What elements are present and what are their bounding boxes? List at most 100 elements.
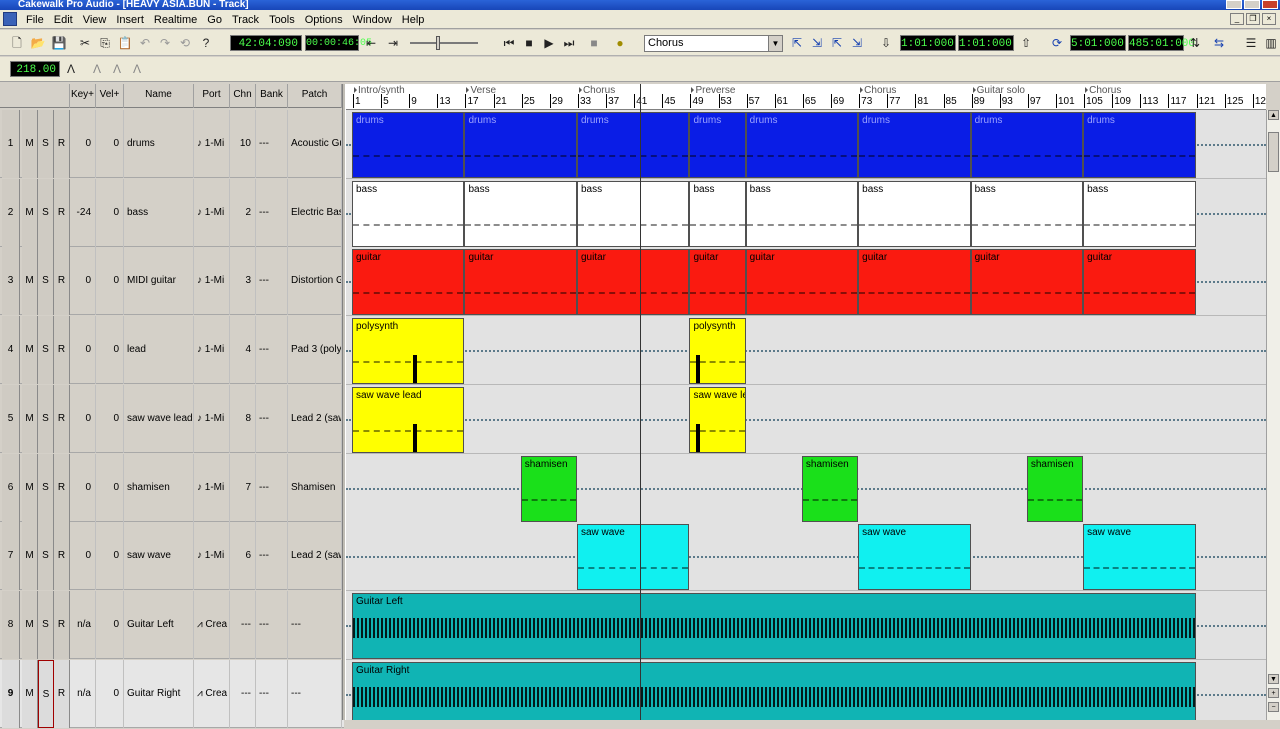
tempo-half-icon[interactable]: Λ: [88, 60, 106, 78]
clip[interactable]: drums: [689, 112, 746, 178]
clip[interactable]: shamisen: [801, 455, 859, 522]
track-lane[interactable]: shamisen shamisen shamisen: [346, 453, 1266, 523]
paste-icon[interactable]: 📋: [116, 34, 134, 52]
save-icon[interactable]: 💾: [50, 34, 68, 52]
redo-icon[interactable]: ↷: [156, 34, 174, 52]
record-icon[interactable]: ■: [585, 34, 603, 52]
clip[interactable]: bass: [352, 180, 465, 247]
clip[interactable]: saw wave: [576, 524, 690, 591]
column-header-patch[interactable]: Patch: [288, 84, 342, 108]
track-patch[interactable]: ---: [288, 590, 342, 659]
clip[interactable]: bass: [970, 180, 1084, 247]
track-row[interactable]: 1 M S R 0 0 drums ♪ 1-Mi 10 --- Acoustic Gu: [0, 110, 344, 178]
copy-icon[interactable]: ⎘: [96, 34, 114, 52]
track-name[interactable]: shamisen: [124, 453, 194, 522]
marker-next-icon[interactable]: ⇲: [808, 34, 826, 52]
track-view-icon[interactable]: ☰: [1242, 34, 1260, 52]
maximize-button[interactable]: [1244, 0, 1260, 9]
record-arm-button[interactable]: R: [54, 522, 70, 591]
track-lane[interactable]: saw wave saw wave saw wave: [346, 522, 1266, 592]
track-key[interactable]: -24: [70, 178, 96, 247]
menu-help[interactable]: Help: [397, 14, 430, 26]
rewind-marker-icon[interactable]: ⇤: [362, 34, 380, 52]
track-key[interactable]: n/a: [70, 659, 96, 728]
track-row[interactable]: 8 M S Rn/a 0 Guitar Left ⩘ Crea --- --- ---: [0, 590, 344, 659]
clip[interactable]: guitar: [858, 249, 971, 316]
section-marker[interactable]: Verse: [466, 85, 496, 96]
solo-button[interactable]: S: [38, 178, 54, 247]
track-vel[interactable]: 0: [96, 384, 124, 453]
stop-icon[interactable]: ■: [520, 34, 538, 52]
track-row[interactable]: 4 M S R 0 0 lead ♪ 1-Mi 4 --- Pad 3 (poly: [0, 316, 344, 385]
mute-button[interactable]: M: [22, 590, 38, 659]
track-port[interactable]: ⩘ Crea: [194, 659, 230, 728]
clip[interactable]: polysynth: [689, 318, 746, 385]
slider-knob[interactable]: [436, 36, 440, 50]
from-marker-icon[interactable]: ⇩: [877, 34, 895, 52]
section-marker[interactable]: Preverse: [691, 85, 735, 96]
track-patch[interactable]: Shamisen: [288, 453, 342, 522]
track-bank[interactable]: ---: [256, 247, 288, 316]
track-key[interactable]: 0: [70, 247, 96, 316]
track-port[interactable]: ♪ 1-Mi: [194, 384, 230, 453]
record-arm-button[interactable]: R: [54, 384, 70, 453]
loop-toggle-icon[interactable]: ⇆: [1210, 34, 1228, 52]
tempo-display[interactable]: 218.00: [10, 61, 60, 77]
clip[interactable]: guitar: [352, 249, 465, 316]
track-bank[interactable]: ---: [256, 590, 288, 659]
column-header-chn[interactable]: Chn: [230, 84, 256, 108]
track-patch[interactable]: ---: [288, 659, 342, 728]
track-chn[interactable]: 2: [230, 178, 256, 247]
track-number[interactable]: 4: [2, 316, 20, 385]
loop-set-icon[interactable]: ⇅: [1186, 34, 1204, 52]
column-header-bank[interactable]: Bank: [256, 84, 288, 108]
track-patch[interactable]: Pad 3 (poly: [288, 316, 342, 385]
track-bank[interactable]: ---: [256, 522, 288, 591]
solo-button[interactable]: S: [38, 590, 54, 659]
track-chn[interactable]: ---: [230, 659, 256, 728]
track-vel[interactable]: 0: [96, 178, 124, 247]
track-lane[interactable]: saw wave lead saw wave le: [346, 384, 1266, 454]
timeline-ruler[interactable]: Intro/synth Verse Chorus Preverse Chorus Guit…: [346, 84, 1266, 110]
menu-file[interactable]: File: [21, 14, 49, 26]
clip[interactable]: guitar: [464, 249, 577, 316]
mute-button[interactable]: M: [22, 384, 38, 453]
track-name[interactable]: drums: [124, 110, 194, 178]
track-patch[interactable]: Electric Bas: [288, 178, 342, 247]
track-name[interactable]: MIDI guitar: [124, 247, 194, 316]
clip[interactable]: bass: [1083, 180, 1196, 247]
clip[interactable]: drums: [745, 112, 859, 178]
mute-button[interactable]: M: [22, 453, 38, 522]
track-name[interactable]: Guitar Right: [124, 659, 194, 728]
menu-edit[interactable]: Edit: [49, 14, 78, 26]
track-lane[interactable]: polysynth polysynth: [346, 316, 1266, 386]
clip[interactable]: saw wave: [1083, 524, 1196, 591]
clip[interactable]: guitar: [970, 249, 1084, 316]
zoom-out-icon[interactable]: −: [1268, 702, 1279, 712]
marker-select[interactable]: Chorus ▼: [644, 35, 783, 52]
chevron-down-icon[interactable]: ▼: [768, 36, 782, 51]
track-patch[interactable]: Distortion G: [288, 247, 342, 316]
track-patch[interactable]: Lead 2 (saw: [288, 384, 342, 453]
track-number[interactable]: 8: [2, 590, 20, 659]
menu-go[interactable]: Go: [202, 14, 227, 26]
clip[interactable]: saw wave le: [689, 386, 746, 453]
mdi-restore-icon[interactable]: ❐: [1246, 13, 1260, 25]
track-name[interactable]: saw wave: [124, 522, 194, 591]
clip[interactable]: guitar: [745, 249, 859, 316]
menu-view[interactable]: View: [78, 14, 112, 26]
track-number[interactable]: 2: [2, 178, 20, 247]
track-row[interactable]: 2 M S R -24 0 bass ♪ 1-Mi 2 --- Electric Bas: [0, 178, 344, 247]
solo-button[interactable]: S: [38, 110, 54, 178]
open-folder-icon[interactable]: 📂: [29, 34, 47, 52]
track-port[interactable]: ♪ 1-Mi: [194, 453, 230, 522]
mute-button[interactable]: M: [22, 178, 38, 247]
column-header-vel[interactable]: Vel+: [96, 84, 124, 108]
close-button[interactable]: [1262, 0, 1278, 9]
track-port[interactable]: ♪ 1-Mi: [194, 178, 230, 247]
record-arm-button[interactable]: R: [54, 110, 70, 178]
position-slider[interactable]: [410, 36, 478, 50]
marker-list-icon[interactable]: ⇲: [848, 34, 866, 52]
track-name[interactable]: Guitar Left: [124, 590, 194, 659]
track-number[interactable]: 1: [2, 110, 20, 178]
